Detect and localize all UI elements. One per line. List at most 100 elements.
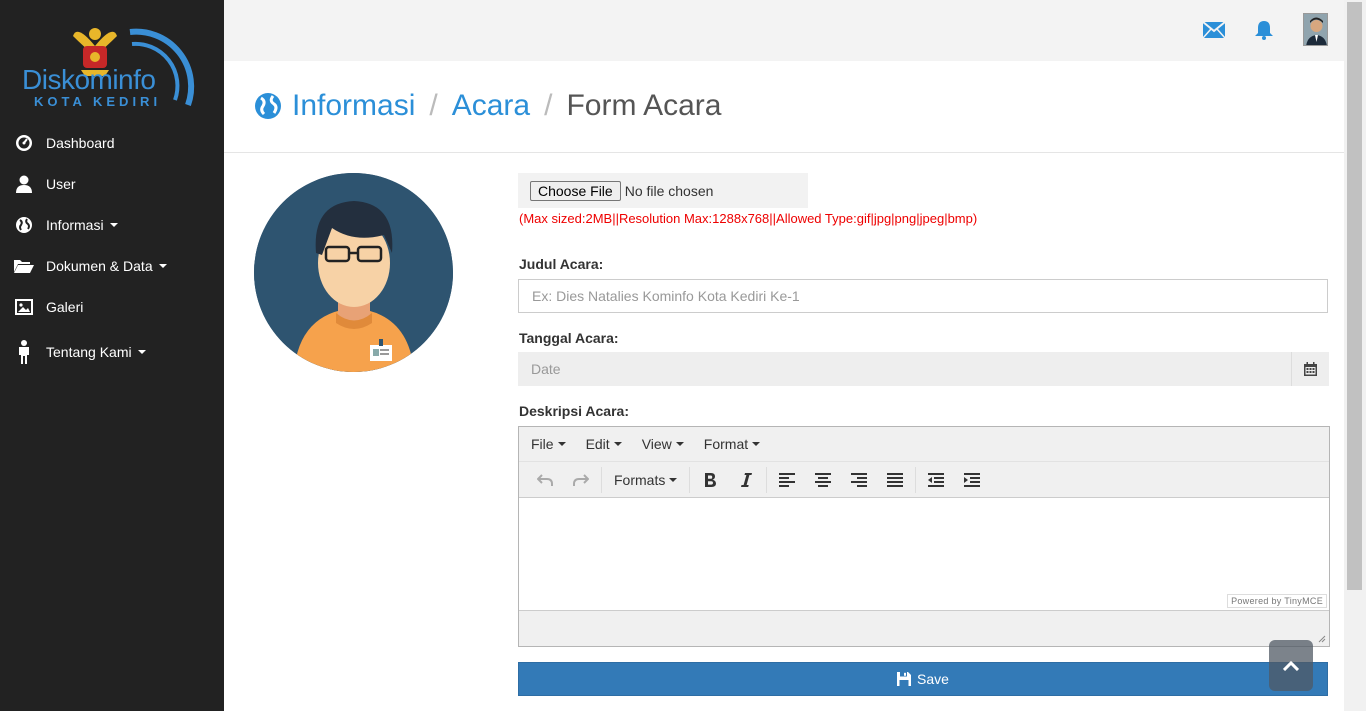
scrollbar-thumb[interactable]: [1347, 2, 1362, 590]
calendar-icon: [1304, 362, 1317, 376]
breadcrumb-separator: /: [429, 89, 438, 122]
align-right-icon: [851, 472, 868, 487]
resize-handle-icon[interactable]: [1318, 635, 1326, 643]
outdent-button[interactable]: [918, 466, 954, 494]
scroll-to-top-button[interactable]: [1269, 640, 1313, 691]
menu-edit[interactable]: Edit: [586, 436, 622, 452]
sidebar-item-galeri[interactable]: Galeri: [0, 286, 224, 327]
chevron-up-icon: [1283, 660, 1299, 671]
align-left-button[interactable]: [769, 466, 805, 494]
sidebar-item-user[interactable]: User: [0, 163, 224, 204]
sidebar-nav: Dashboard User Informasi Dokumen & Data: [0, 122, 224, 377]
breadcrumb-informasi[interactable]: Informasi: [292, 89, 415, 123]
sidebar-item-label: Dashboard: [46, 134, 115, 151]
toolbar-divider: [601, 466, 602, 493]
bell-icon[interactable]: [1252, 18, 1276, 42]
judul-input[interactable]: Ex: Dies Natalies Kominfo Kota Kediri Ke…: [518, 279, 1328, 313]
align-center-icon: [815, 472, 832, 487]
outdent-icon: [928, 472, 945, 487]
align-right-button[interactable]: [841, 466, 877, 494]
menu-label: Format: [703, 436, 749, 452]
folder-open-icon: [14, 256, 34, 276]
menu-file[interactable]: File: [531, 436, 566, 452]
indent-icon: [964, 472, 981, 487]
toolbar-divider: [915, 466, 917, 493]
person-illustration-icon: [254, 173, 453, 372]
italic-icon: [741, 472, 753, 487]
editor-menubar: File Edit View Format: [519, 427, 1329, 462]
sidebar: Diskominfo KOTA KEDIRI Dashboard User In…: [0, 0, 224, 711]
floppy-disk-icon: [897, 672, 912, 686]
user-avatar[interactable]: [1303, 13, 1328, 46]
globe-icon: [254, 92, 282, 120]
sidebar-item-tentang-kami[interactable]: Tentang Kami: [0, 327, 224, 377]
rich-text-editor: File Edit View Format Formats Powered by…: [518, 426, 1330, 647]
formats-dropdown[interactable]: Formats: [604, 466, 687, 494]
sidebar-item-label: Informasi: [46, 216, 104, 233]
chevron-down-icon: [158, 263, 167, 268]
chevron-down-icon: [752, 442, 761, 446]
user-icon: [14, 174, 34, 194]
sidebar-item-label: Dokumen & Data: [46, 257, 153, 274]
sidebar-item-dokumen-data[interactable]: Dokumen & Data: [0, 245, 224, 286]
chevron-down-icon: [669, 477, 678, 482]
dashboard-icon: [14, 133, 34, 153]
editor-toolbar: Formats: [519, 462, 1329, 498]
file-status: No file chosen: [624, 182, 714, 199]
chevron-down-icon: [675, 442, 684, 446]
menu-label: View: [641, 436, 672, 452]
date-input[interactable]: Date: [518, 352, 1291, 386]
brand-logo[interactable]: Diskominfo KOTA KEDIRI: [20, 20, 210, 115]
undo-button[interactable]: [527, 466, 563, 494]
undo-icon: [537, 473, 553, 486]
chevron-down-icon: [557, 442, 566, 446]
redo-button[interactable]: [563, 466, 599, 494]
menu-format[interactable]: Format: [703, 436, 761, 452]
calendar-button[interactable]: [1291, 352, 1329, 386]
indent-button[interactable]: [954, 466, 990, 494]
menu-label: Edit: [585, 436, 610, 452]
choose-file-button[interactable]: Choose File: [530, 180, 621, 201]
tanggal-label: Tanggal Acara:: [519, 330, 619, 346]
envelope-icon[interactable]: [1202, 18, 1226, 42]
editor-statusbar: [519, 610, 1329, 646]
page-header: Informasi / Acara / Form Acara: [224, 61, 1344, 153]
bold-button[interactable]: [692, 466, 728, 494]
page-scrollbar[interactable]: [1344, 0, 1366, 711]
globe-icon: [14, 215, 34, 235]
toolbar-divider: [689, 466, 691, 493]
avatar-photo-icon: [1304, 14, 1327, 45]
italic-button[interactable]: [728, 466, 764, 494]
align-justify-icon: [887, 472, 904, 487]
save-button[interactable]: Save: [518, 662, 1328, 696]
deskripsi-label: Deskripsi Acara:: [519, 403, 629, 419]
sidebar-item-label: Galeri: [46, 298, 84, 315]
powered-by-tinymce[interactable]: Powered by TinyMCE: [1227, 594, 1327, 608]
menu-view[interactable]: View: [642, 436, 684, 452]
formats-label: Formats: [614, 471, 666, 488]
breadcrumb: Informasi / Acara / Form Acara: [254, 89, 721, 123]
topbar: [224, 0, 1344, 61]
redo-icon: [573, 473, 589, 486]
breadcrumb-separator: /: [544, 89, 553, 122]
sidebar-item-dashboard[interactable]: Dashboard: [0, 122, 224, 163]
brand-name: Diskominfo: [22, 64, 156, 95]
menu-label: File: [531, 436, 554, 452]
bold-icon: [705, 472, 717, 487]
breadcrumb-acara[interactable]: Acara: [452, 89, 530, 123]
toolbar-divider: [766, 466, 768, 493]
chevron-down-icon: [109, 222, 118, 227]
picture-icon: [14, 297, 34, 317]
editor-content-area[interactable]: [519, 499, 1329, 609]
align-center-button[interactable]: [805, 466, 841, 494]
sidebar-item-label: User: [46, 175, 76, 192]
sidebar-item-label: Tentang Kami: [46, 344, 132, 360]
align-justify-button[interactable]: [877, 466, 913, 494]
judul-label: Judul Acara:: [519, 256, 604, 272]
page-title: Form Acara: [566, 89, 722, 122]
chevron-down-icon: [137, 350, 146, 354]
chevron-down-icon: [613, 442, 622, 446]
file-input[interactable]: Choose File No file chosen: [518, 173, 808, 208]
sidebar-item-informasi[interactable]: Informasi: [0, 204, 224, 245]
save-label: Save: [917, 671, 949, 687]
